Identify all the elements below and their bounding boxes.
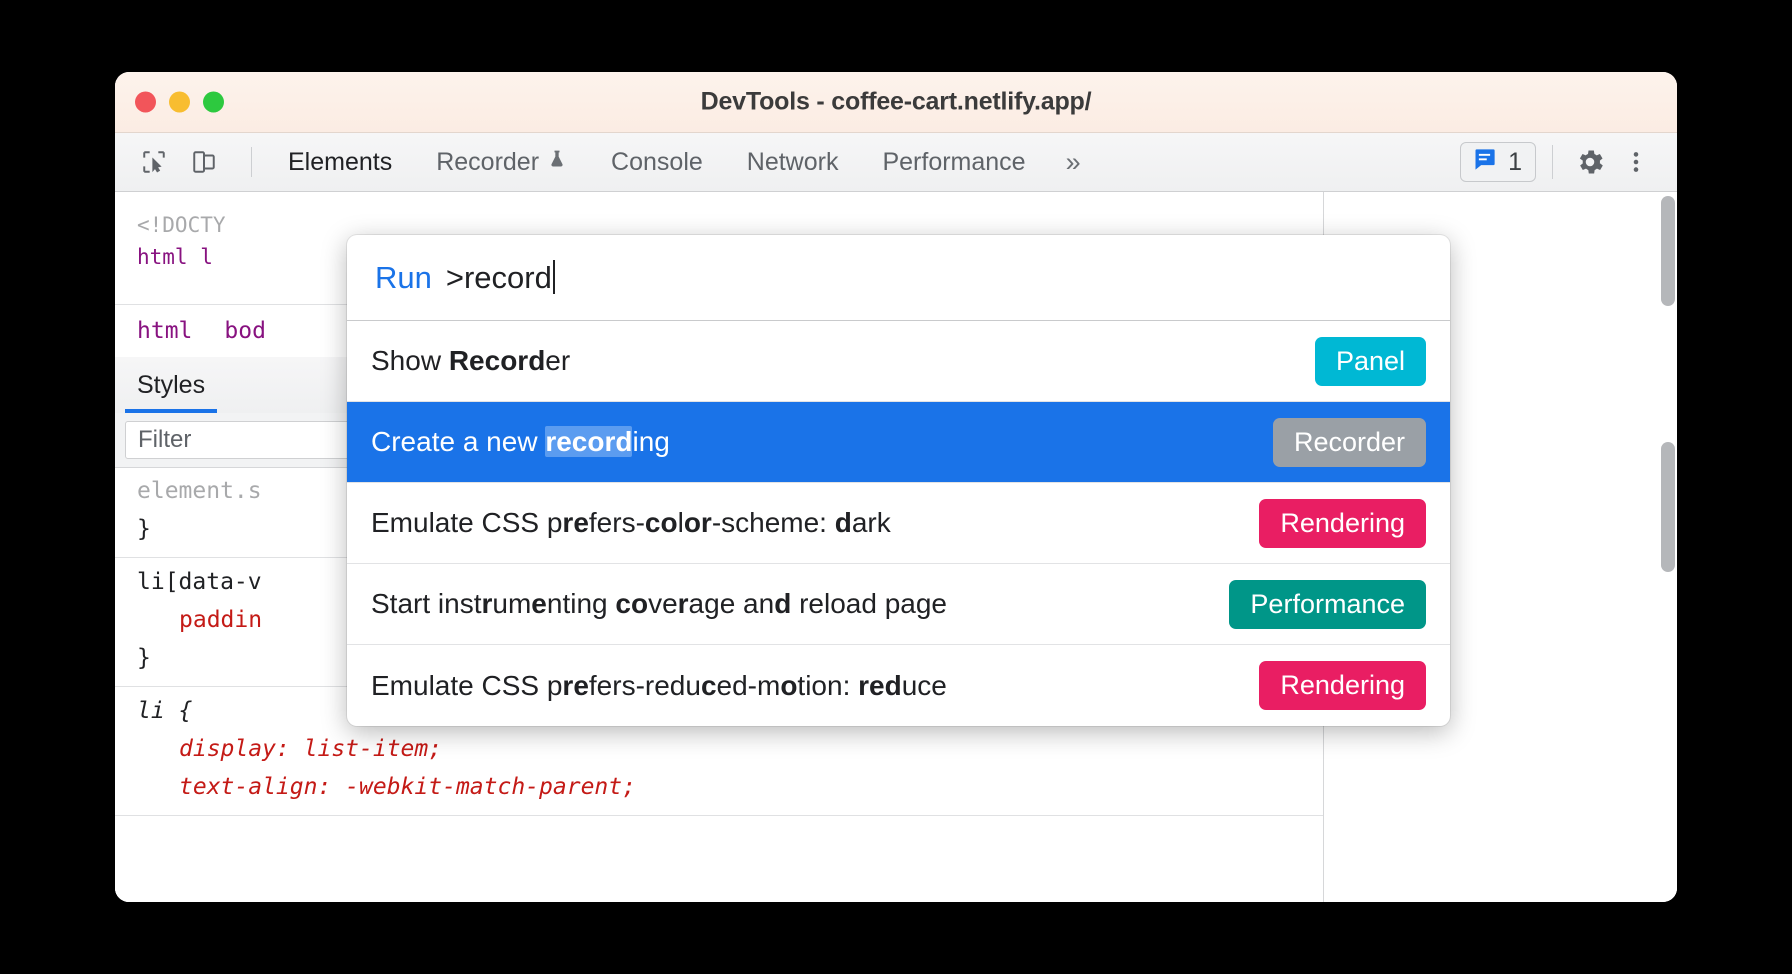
result-badge: Recorder xyxy=(1272,417,1426,467)
result-part: tion: xyxy=(797,669,859,701)
toolbar-left-icons xyxy=(115,133,266,191)
result-part: reload page xyxy=(791,588,947,619)
tab-elements-label: Elements xyxy=(288,147,393,176)
css-declaration[interactable]: display: list-item; xyxy=(137,731,1301,769)
vertical-scrollbar-top[interactable] xyxy=(1661,196,1675,306)
tab-console-label: Console xyxy=(611,147,703,176)
experiment-flask-icon xyxy=(547,148,567,176)
breadcrumb-item-body[interactable]: bod xyxy=(224,318,266,344)
result-part-match: re xyxy=(562,669,589,701)
tab-recorder[interactable]: Recorder xyxy=(414,133,589,191)
window-title: DevTools - coffee-cart.netlify.app/ xyxy=(700,87,1092,116)
result-row[interactable]: Emulate CSS prefers-reduced-motion: redu… xyxy=(347,645,1450,726)
text-caret xyxy=(552,259,555,294)
panel-tabs: Elements Recorder Console Network Perfor… xyxy=(266,133,1096,191)
gear-icon[interactable] xyxy=(1569,141,1611,183)
result-label: Create a new recording xyxy=(371,426,670,458)
command-query-text: >record xyxy=(445,259,552,295)
result-part-match: red xyxy=(858,669,902,701)
screen: DevTools - coffee-cart.netlify.app/ Elem… xyxy=(0,0,1792,974)
result-badge: Rendering xyxy=(1259,661,1426,710)
window-titlebar: DevTools - coffee-cart.netlify.app/ xyxy=(115,72,1677,133)
result-part-match: c xyxy=(700,669,717,701)
result-part-match: r xyxy=(481,588,493,619)
devtools-window: DevTools - coffee-cart.netlify.app/ Elem… xyxy=(115,72,1677,902)
result-part-match: e xyxy=(531,588,547,619)
result-part: Emulate CSS p xyxy=(371,669,563,701)
issues-button[interactable]: 1 xyxy=(1460,142,1536,182)
result-badge: Performance xyxy=(1229,579,1426,629)
result-row[interactable]: Show Recorder Panel xyxy=(347,321,1450,402)
result-part: ve xyxy=(648,588,678,619)
result-row[interactable]: Create a new recording Recorder xyxy=(347,402,1450,483)
tab-console[interactable]: Console xyxy=(589,133,725,191)
tab-network[interactable]: Network xyxy=(725,133,861,191)
command-palette: Run >record Show Recorder Panel Create a… xyxy=(347,235,1450,726)
tab-network-label: Network xyxy=(746,147,839,176)
tab-recorder-label: Recorder xyxy=(436,147,540,176)
result-label: Show Recorder xyxy=(371,345,570,377)
result-part: um xyxy=(492,588,532,619)
result-part: fers- xyxy=(588,507,645,538)
tab-performance[interactable]: Performance xyxy=(860,133,1047,191)
result-part-match: r xyxy=(677,588,689,619)
result-part: ark xyxy=(851,507,891,538)
result-part: Emulate CSS p xyxy=(371,507,563,538)
result-part: -scheme: xyxy=(711,507,835,538)
result-part: Start inst xyxy=(371,588,482,619)
result-part-match: d xyxy=(774,588,792,619)
result-part: er xyxy=(545,345,571,376)
result-label: Start instrumenting coverage and reload … xyxy=(371,588,947,620)
result-part-match: record xyxy=(545,426,633,457)
issues-message-icon xyxy=(1471,146,1498,178)
tab-performance-label: Performance xyxy=(882,147,1026,176)
toolbar-divider xyxy=(251,147,252,177)
result-part-match: d xyxy=(834,507,852,538)
result-part: ing xyxy=(632,426,670,457)
result-part-match: co xyxy=(615,588,649,619)
result-badge: Panel xyxy=(1314,336,1426,386)
result-part: uce xyxy=(901,669,947,701)
result-badge: Rendering xyxy=(1259,498,1426,548)
command-palette-input[interactable]: >record xyxy=(445,259,555,296)
result-row[interactable]: Start instrumenting coverage and reload … xyxy=(347,564,1450,645)
result-label: Emulate CSS prefers-color-scheme: dark xyxy=(371,507,891,539)
result-part: nting xyxy=(546,588,616,619)
toolbar-divider-right xyxy=(1552,145,1553,179)
inspect-element-icon[interactable] xyxy=(137,145,171,179)
command-palette-input-row[interactable]: Run >record xyxy=(347,235,1450,321)
result-row[interactable]: Emulate CSS prefers-color-scheme: dark R… xyxy=(347,483,1450,564)
devtools-toolbar: Elements Recorder Console Network Perfor… xyxy=(115,133,1677,192)
toolbar-right-group: 1 xyxy=(1460,133,1677,191)
run-prefix-label: Run xyxy=(375,259,432,295)
css-declaration-2[interactable]: text-align: -webkit-match-parent; xyxy=(137,769,1301,807)
kebab-menu-icon[interactable] xyxy=(1615,141,1657,183)
tab-styles[interactable]: Styles xyxy=(115,357,227,413)
tab-elements[interactable]: Elements xyxy=(266,133,414,191)
device-toolbar-icon[interactable] xyxy=(187,145,221,179)
breadcrumb-item-html[interactable]: html xyxy=(137,318,192,344)
issues-count: 1 xyxy=(1508,147,1522,176)
result-part-match: Record xyxy=(448,345,546,376)
result-part: age an xyxy=(688,588,775,619)
result-part: Create a new xyxy=(371,426,546,457)
result-part-match: co xyxy=(644,507,678,538)
result-part: fers-redu xyxy=(588,669,701,701)
tab-styles-label: Styles xyxy=(137,370,206,399)
more-tabs-chevron-icon[interactable]: » xyxy=(1048,147,1096,178)
vertical-scrollbar-bottom[interactable] xyxy=(1661,442,1675,572)
result-part: Show xyxy=(371,345,449,376)
result-part-match: re xyxy=(562,507,589,538)
result-part-match: o xyxy=(780,669,798,701)
result-label: Emulate CSS prefers-reduced-motion: redu… xyxy=(371,670,947,702)
result-part-match: or xyxy=(683,507,712,538)
result-part: ed-m xyxy=(716,669,781,701)
